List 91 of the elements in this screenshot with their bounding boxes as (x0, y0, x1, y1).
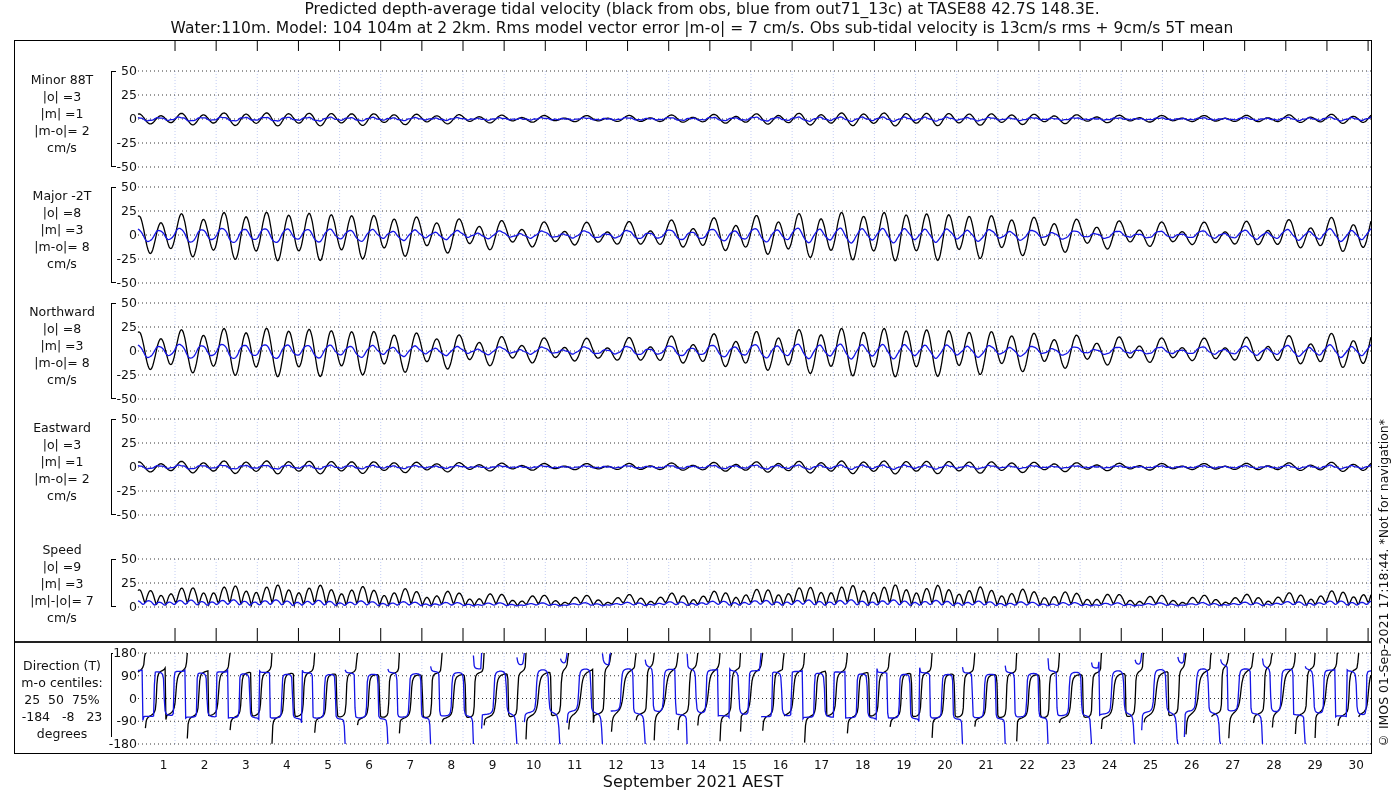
panel-label: 25 50 75% (24, 691, 100, 708)
x-tick-label: 4 (282, 758, 292, 772)
panel-label: -184 -8 23 (21, 708, 103, 725)
y-tick-label: -25 (116, 136, 137, 150)
y-tick-label: 180 (113, 646, 137, 660)
panel-label: cm/s (47, 609, 77, 626)
panel-label: cm/s (47, 255, 77, 272)
y-tick-label: -180 (108, 737, 137, 751)
panel-label: |o| =8 (42, 320, 82, 337)
y-tick-label: 0 (129, 344, 137, 358)
x-tick-label: 30 (1347, 758, 1365, 772)
panel-label: |m| =3 (40, 575, 84, 592)
x-tick-label: 5 (323, 758, 333, 772)
y-tick-label: 50 (121, 64, 137, 78)
x-tick-label: 22 (1018, 758, 1036, 772)
panel-label: |o| =9 (42, 558, 82, 575)
panel-label: |m-o|= 8 (34, 238, 90, 255)
x-tick-label: 17 (812, 758, 831, 772)
y-tick-label: -25 (116, 252, 137, 266)
x-tick-label: 19 (895, 758, 913, 772)
panel-label: |m| =1 (40, 105, 84, 122)
x-tick-label: 23 (1059, 758, 1077, 772)
x-tick-label: 2 (199, 758, 210, 772)
panel-label: |m| =1 (40, 453, 84, 470)
x-tick-label: 10 (525, 758, 543, 772)
x-tick-label: 1 (158, 758, 169, 772)
x-tick-label: 28 (1265, 758, 1283, 772)
panel-label: m-o centiles: (21, 674, 103, 691)
panel-label: |o| =3 (42, 436, 82, 453)
x-tick-label: 26 (1183, 758, 1201, 772)
y-tick-label: 0 (129, 112, 137, 126)
y-tick-label: 25 (121, 320, 137, 334)
y-tick-label: -50 (116, 160, 137, 174)
y-tick-label: 25 (121, 576, 137, 590)
x-tick-label: 15 (730, 758, 748, 772)
x-tick-label: 9 (487, 758, 498, 772)
panel-label: |m-o|= 2 (34, 122, 90, 139)
x-tick-label: 18 (854, 758, 872, 772)
x-tick-label: 8 (446, 758, 457, 772)
panel-label: |m-o|= 8 (34, 354, 90, 371)
y-tick-label: 25 (121, 436, 137, 450)
panel-label: cm/s (47, 487, 77, 504)
x-tick-label: 27 (1224, 758, 1242, 772)
panel-label: cm/s (47, 139, 77, 156)
x-tick-label: 7 (405, 758, 416, 772)
panel-label: |m-o|= 2 (34, 470, 90, 487)
panel-label: |o| =3 (42, 88, 82, 105)
panel-label: |m|-|o|= 7 (30, 592, 94, 609)
y-tick-label: 50 (121, 296, 137, 310)
y-tick-label: 0 (129, 460, 137, 474)
y-tick-label: -50 (116, 392, 137, 406)
panel-label: cm/s (47, 371, 77, 388)
y-tick-label: 25 (121, 204, 137, 218)
panel-label: Speed (42, 541, 82, 558)
panel-label: |m| =3 (40, 221, 84, 238)
chart-title: Water:110m. Model: 104 104m at 2 2km. Rms model vector error |m-o| = 7 cm/s. Obs sub-tidal velocity is 13cm/s rms + 9cm/s 5T mean (170, 19, 1234, 38)
y-tick-label: 0 (129, 691, 137, 706)
copyright-note: © IMOS 01-Sep-2021 17:18:44. *Not for navigation* (1376, 418, 1391, 748)
y-tick-label: -50 (116, 276, 137, 290)
panel-label: |o| =8 (42, 204, 82, 221)
panel-label: Eastward (33, 419, 91, 436)
y-tick-label: -50 (116, 508, 137, 522)
y-tick-label: 50 (121, 180, 137, 194)
x-tick-label: 20 (936, 758, 954, 772)
x-tick-label: 6 (364, 758, 374, 772)
x-tick-label: 24 (1100, 758, 1119, 772)
panel-label: |m| =3 (40, 337, 84, 354)
y-tick-label: 0 (129, 228, 137, 242)
panel-label: Major -2T (32, 187, 92, 204)
chart-title: Predicted depth-average tidal velocity (black from obs, blue from out71_13c) at TASE88 42.7S 148.3E. (304, 0, 1100, 19)
y-tick-label: 0 (129, 600, 137, 614)
y-tick-label: 50 (121, 552, 137, 566)
y-tick-label: 90 (121, 668, 137, 683)
y-tick-label: 50 (121, 412, 137, 426)
x-tick-label: 29 (1306, 758, 1324, 772)
x-tick-label: 14 (689, 758, 707, 772)
y-tick-label: 25 (121, 88, 137, 102)
y-tick-label: -25 (116, 484, 137, 498)
x-tick-label: 13 (648, 758, 666, 772)
x-tick-label: 3 (241, 758, 251, 772)
panel-label: Direction (T) (23, 657, 101, 674)
x-tick-label: 11 (566, 758, 584, 772)
x-tick-label: 25 (1141, 758, 1160, 772)
y-tick-label: -25 (116, 368, 137, 382)
panel-label: Northward (29, 303, 95, 320)
x-axis-label: September 2021 AEST (601, 772, 785, 792)
x-tick-label: 16 (771, 758, 790, 772)
x-tick-label: 21 (977, 758, 995, 772)
panel-label: Minor 88T (30, 71, 94, 88)
x-tick-label: 12 (607, 758, 625, 772)
panel-label: degrees (36, 725, 88, 742)
